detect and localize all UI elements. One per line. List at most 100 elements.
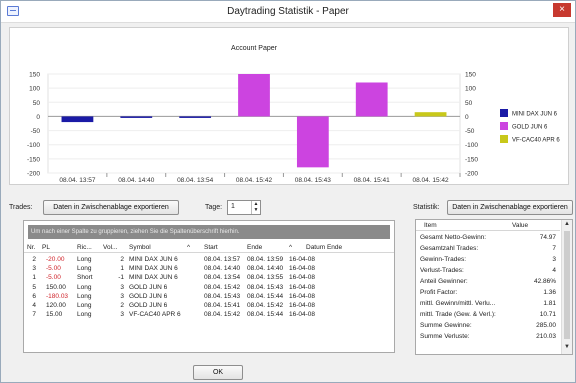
stat-item: mittl. Trade (Gew. & Verl.): (420, 311, 496, 318)
bar (414, 112, 447, 117)
title-bar: Daytrading Statistik - Paper × (1, 1, 575, 23)
trade-cell-vol: 2 (120, 256, 124, 263)
trades-label: Trades: (9, 204, 33, 211)
stat-col-item[interactable]: Item (424, 222, 437, 229)
trades-grid[interactable]: Um nach einer Spalte zu gruppieren, zieh… (23, 220, 395, 353)
trade-cell-ende: 08.04. 15:44 (247, 292, 284, 300)
statistik-grid[interactable]: Item Value Gesamt Netto-Gewinn: 74.97 Gesa… (415, 219, 573, 355)
scroll-thumb[interactable] (564, 231, 570, 339)
list-item[interactable]: mittl. Gewinn/mittl. Verlu... 1.81 (416, 299, 560, 309)
trades-col-header[interactable]: Symbol (129, 244, 151, 251)
y-tick-label-left: 0 (36, 114, 40, 121)
y-tick-label-right: 100 (465, 86, 476, 93)
legend-label: MINI DAX JUN 6 (512, 112, 558, 118)
y-tick-label-left: -50 (31, 128, 41, 135)
trade-cell-nr: 3 (32, 265, 36, 273)
trade-cell-datum: 16-04-08 (289, 265, 316, 273)
legend-label: VF-CAC40 APR 6 (512, 138, 560, 144)
x-tick-label: 08.04. 15:42 (412, 177, 449, 184)
trade-cell-datum: 16-04-08 (289, 311, 316, 319)
trade-cell-ric: Long (77, 256, 92, 263)
table-row[interactable]: 7 15.00 Long 3 VF-CAC40 APR 6 08.04. 15:42 08.… (24, 310, 394, 320)
stat-value: 1.36 (543, 289, 556, 296)
trade-cell-symbol: MINI DAX JUN 6 (129, 274, 178, 282)
y-tick-label-left: -100 (27, 142, 40, 149)
close-button[interactable]: × (553, 3, 571, 17)
days-stepper[interactable]: 1 ▲ ▼ (227, 200, 261, 215)
trades-col-header[interactable]: ^ (187, 244, 190, 251)
chart-title: Account Paper (231, 45, 278, 52)
days-value: 1 (231, 203, 235, 210)
trade-cell-start: 08.04. 14:40 (204, 265, 241, 273)
trade-cell-ric: Short (77, 274, 93, 282)
stat-value: 10.71 (539, 311, 556, 318)
bar (355, 82, 388, 117)
trades-col-header[interactable]: Ric... (77, 244, 92, 251)
trades-export-button[interactable]: Daten in Zwischenablage exportieren (43, 200, 179, 215)
statistik-export-button[interactable]: Daten in Zwischenablage exportieren (447, 200, 573, 215)
statistik-scrollbar[interactable]: ▲ ▼ (561, 220, 572, 354)
stat-item: mittl. Gewinn/mittl. Verlu... (420, 300, 496, 307)
days-label: Tage: (205, 204, 223, 211)
trade-cell-ric: Long (77, 283, 92, 291)
trade-cell-symbol: MINI DAX JUN 6 (129, 256, 178, 263)
x-tick-label: 08.04. 15:43 (295, 177, 332, 184)
list-item[interactable]: Summe Gewinne: 285.00 (416, 321, 560, 331)
x-tick-label: 08.04. 13:57 (59, 177, 96, 184)
list-item[interactable]: Profit Factor: 1.36 (416, 288, 560, 298)
ok-button[interactable]: OK (193, 365, 243, 380)
trade-cell-datum: 16-04-08 (289, 256, 316, 263)
statistics-window: Daytrading Statistik - Paper × Account P… (0, 0, 576, 383)
trades-col-header[interactable]: Vol... (103, 244, 117, 251)
stat-col-value[interactable]: Value (512, 222, 528, 229)
trade-cell-ende: 08.04. 13:55 (247, 274, 284, 282)
trades-col-header[interactable]: PL (42, 244, 50, 251)
stat-item: Gesamtzahl Trades: (420, 245, 479, 252)
trades-col-header[interactable]: Start (204, 244, 218, 251)
trade-cell-nr: 4 (32, 302, 36, 309)
trade-cell-pl: -5.00 (46, 265, 61, 273)
trades-col-header[interactable]: Datum Ende (306, 244, 342, 251)
trade-cell-start: 08.04. 15:42 (204, 311, 241, 319)
trade-cell-ric: Long (77, 292, 92, 300)
bar (120, 116, 153, 118)
trade-cell-symbol: GOLD JUN 6 (129, 302, 168, 309)
trade-cell-ende: 08.04. 15:44 (247, 311, 284, 319)
stat-value: 4 (552, 267, 556, 274)
trade-cell-nr: 7 (32, 311, 36, 319)
trade-cell-pl: 150.00 (46, 283, 66, 291)
y-tick-label-right: -100 (465, 142, 478, 149)
stat-value: 74.97 (539, 234, 556, 241)
x-tick-label: 08.04. 14:40 (118, 177, 155, 184)
stat-value: 285.00 (536, 322, 556, 329)
stat-value: 210.03 (536, 333, 556, 340)
legend-label: GOLD JUN 6 (512, 125, 548, 131)
trade-cell-ric: Long (77, 265, 92, 273)
y-tick-label-left: 150 (29, 72, 40, 79)
list-item[interactable]: Gesamtzahl Trades: 7 (416, 244, 560, 254)
list-item[interactable]: mittl. Trade (Gew. & Verl.): 10.71 (416, 310, 560, 320)
trades-col-header[interactable]: Nr. (27, 244, 35, 251)
trade-cell-pl: -180.03 (46, 292, 69, 300)
trades-grid-header: Nr. PL Ric... Vol... Symbol ^ Start Ende ^ Datum … (24, 242, 394, 253)
scroll-up-icon[interactable]: ▲ (564, 221, 570, 227)
list-item[interactable]: Summe Verluste: 210.03 (416, 332, 560, 342)
trade-cell-symbol: MINI DAX JUN 6 (129, 265, 178, 273)
trade-cell-symbol: GOLD JUN 6 (129, 292, 168, 300)
trades-col-header[interactable]: ^ (289, 244, 292, 251)
list-item[interactable]: Anteil Gewinner: 42.86% (416, 277, 560, 287)
trades-col-header[interactable]: Ende (247, 244, 262, 251)
trade-cell-start: 08.04. 13:57 (204, 256, 241, 263)
bar (296, 116, 329, 168)
list-item[interactable]: Verlust-Trades: 4 (416, 266, 560, 276)
stepper-arrows-icon[interactable]: ▲ ▼ (251, 201, 260, 214)
stat-item: Profit Factor: (420, 289, 458, 296)
stat-item: Anteil Gewinner: (420, 278, 468, 285)
stat-value: 7 (552, 245, 556, 252)
scroll-down-icon[interactable]: ▼ (564, 344, 570, 350)
list-item[interactable]: Gewinn-Trades: 3 (416, 255, 560, 265)
trade-cell-symbol: VF-CAC40 APR 6 (129, 311, 181, 319)
group-by-area[interactable]: Um nach einer Spalte zu gruppieren, zieh… (28, 225, 390, 239)
list-item[interactable]: Gesamt Netto-Gewinn: 74.97 (416, 233, 560, 243)
trade-cell-symbol: GOLD JUN 6 (129, 283, 168, 291)
